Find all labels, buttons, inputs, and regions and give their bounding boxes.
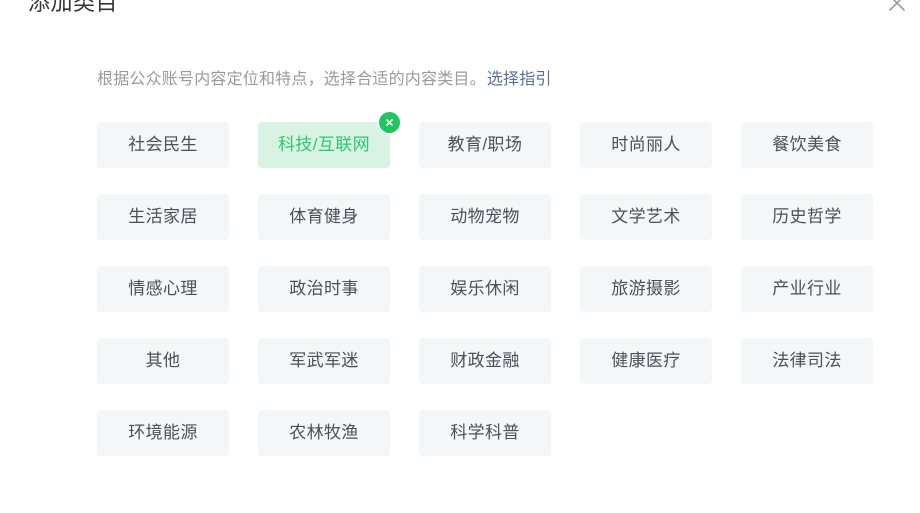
category-chip-label: 情感心理 bbox=[128, 279, 198, 298]
category-chip-label: 体育健身 bbox=[289, 207, 359, 226]
category-chip[interactable]: 娱乐休闲 bbox=[419, 266, 551, 312]
category-chip[interactable]: 时尚丽人 bbox=[580, 122, 712, 168]
category-chip-label: 教育/职场 bbox=[447, 135, 523, 154]
category-chip[interactable]: 健康医疗 bbox=[580, 338, 712, 384]
category-chip-label: 历史哲学 bbox=[772, 207, 842, 226]
category-chip-selected[interactable]: 科技/互联网 bbox=[258, 112, 400, 168]
category-chip[interactable]: 教育/职场 bbox=[419, 122, 551, 168]
category-chip[interactable]: 其他 bbox=[97, 338, 229, 384]
category-chip[interactable]: 生活家居 bbox=[97, 194, 229, 240]
category-chip-label: 政治时事 bbox=[289, 279, 359, 298]
selection-guide-link[interactable]: 选择指引 bbox=[487, 71, 552, 88]
category-chip-label: 时尚丽人 bbox=[611, 135, 681, 154]
category-chip-label: 财政金融 bbox=[450, 351, 520, 370]
category-chip-label: 健康医疗 bbox=[611, 351, 681, 370]
category-chip[interactable]: 军武军迷 bbox=[258, 338, 390, 384]
category-chip[interactable]: 政治时事 bbox=[258, 266, 390, 312]
category-chip[interactable]: 环境能源 bbox=[97, 410, 229, 456]
category-chip-label: 科技/互联网 bbox=[277, 135, 371, 154]
description-row: 根据公众账号内容定位和特点，选择合适的内容类目。选择指引 bbox=[97, 68, 552, 92]
category-chip[interactable]: 体育健身 bbox=[258, 194, 390, 240]
category-chip-label: 产业行业 bbox=[772, 279, 842, 298]
category-chip[interactable]: 餐饮美食 bbox=[741, 122, 873, 168]
category-chip[interactable]: 文学艺术 bbox=[580, 194, 712, 240]
category-chip-label: 法律司法 bbox=[772, 351, 842, 370]
category-chip[interactable]: 动物宠物 bbox=[419, 194, 551, 240]
category-chip[interactable]: 科学科普 bbox=[419, 410, 551, 456]
category-chip[interactable]: 情感心理 bbox=[97, 266, 229, 312]
category-chip-label: 生活家居 bbox=[128, 207, 198, 226]
category-chip[interactable]: 农林牧渔 bbox=[258, 410, 390, 456]
category-chip-label: 动物宠物 bbox=[450, 207, 520, 226]
category-chip-label: 娱乐休闲 bbox=[450, 279, 520, 298]
category-chip-label: 文学艺术 bbox=[611, 207, 681, 226]
category-chip-label: 旅游摄影 bbox=[611, 279, 681, 298]
description-text: 根据公众账号内容定位和特点，选择合适的内容类目。 bbox=[97, 71, 486, 88]
category-chip[interactable]: 产业行业 bbox=[741, 266, 873, 312]
close-icon[interactable] bbox=[880, 0, 914, 20]
add-category-dialog: 添加类目 根据公众账号内容定位和特点，选择合适的内容类目。选择指引 社会民生 科技… bbox=[0, 0, 920, 513]
category-chip-label: 餐饮美食 bbox=[772, 135, 842, 154]
category-chip-label: 军武军迷 bbox=[289, 351, 359, 370]
category-chip-label: 科学科普 bbox=[450, 423, 520, 442]
category-chip[interactable]: 旅游摄影 bbox=[580, 266, 712, 312]
category-chip-label: 农林牧渔 bbox=[289, 423, 359, 442]
category-chip[interactable]: 财政金融 bbox=[419, 338, 551, 384]
category-chip-label: 环境能源 bbox=[128, 423, 198, 442]
category-chip-label: 社会民生 bbox=[128, 135, 198, 154]
category-chip[interactable]: 历史哲学 bbox=[741, 194, 873, 240]
category-chip[interactable]: 法律司法 bbox=[741, 338, 873, 384]
category-grid: 社会民生 科技/互联网 教育/职场 时尚丽人 餐饮美食生活家居 体育健身 动物宠物 文学艺术 历… bbox=[97, 112, 887, 456]
category-chip-label: 其他 bbox=[145, 351, 181, 370]
dialog-title: 添加类目 bbox=[28, 0, 119, 15]
category-chip[interactable]: 社会民生 bbox=[97, 122, 229, 168]
remove-category-icon[interactable] bbox=[379, 112, 400, 133]
